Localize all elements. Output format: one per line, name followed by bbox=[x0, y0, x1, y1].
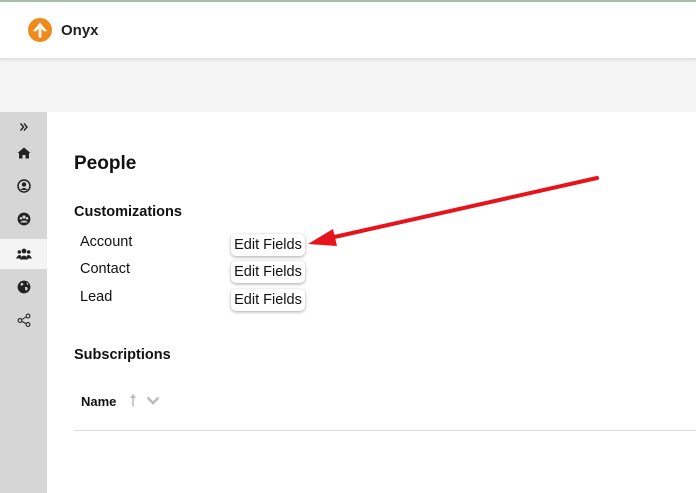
edit-fields-account-button[interactable]: Edit Fields bbox=[231, 234, 305, 256]
sidebar-item-globe[interactable] bbox=[0, 272, 47, 302]
sidebar-item-home[interactable] bbox=[0, 138, 47, 168]
customization-label-contact: Contact bbox=[80, 261, 130, 277]
customization-label-account: Account bbox=[80, 234, 133, 250]
people-icon bbox=[15, 248, 32, 260]
sort-ascending-icon[interactable] bbox=[129, 393, 137, 407]
onyx-logo-icon[interactable] bbox=[28, 18, 52, 42]
home-icon bbox=[17, 147, 30, 159]
sidebar-item-share[interactable] bbox=[0, 305, 47, 335]
sidebar bbox=[0, 112, 47, 493]
globe-icon bbox=[17, 280, 30, 294]
app-header: Onyx bbox=[0, 2, 696, 58]
app-brand-name[interactable]: Onyx bbox=[61, 22, 99, 39]
sidebar-item-team[interactable] bbox=[0, 204, 47, 234]
sidebar-item-user[interactable] bbox=[0, 171, 47, 201]
edit-fields-contact-button[interactable]: Edit Fields bbox=[231, 261, 305, 283]
customization-label-lead: Lead bbox=[80, 289, 113, 305]
header-band bbox=[0, 58, 696, 112]
chevron-down-icon[interactable] bbox=[146, 396, 160, 405]
share-nodes-icon bbox=[17, 313, 30, 327]
team-circle-icon bbox=[17, 212, 30, 226]
sidebar-item-people[interactable] bbox=[0, 239, 47, 269]
table-divider bbox=[74, 430, 696, 431]
customizations-heading: Customizations bbox=[74, 204, 182, 220]
page-title: People bbox=[74, 153, 137, 174]
expand-chevrons-icon bbox=[19, 123, 28, 131]
subscriptions-heading: Subscriptions bbox=[74, 347, 171, 363]
main-content: People Customizations Account Edit Field… bbox=[47, 112, 696, 493]
column-header-name[interactable]: Name bbox=[81, 394, 116, 409]
user-circle-icon bbox=[16, 179, 31, 193]
edit-fields-lead-button[interactable]: Edit Fields bbox=[231, 289, 305, 311]
